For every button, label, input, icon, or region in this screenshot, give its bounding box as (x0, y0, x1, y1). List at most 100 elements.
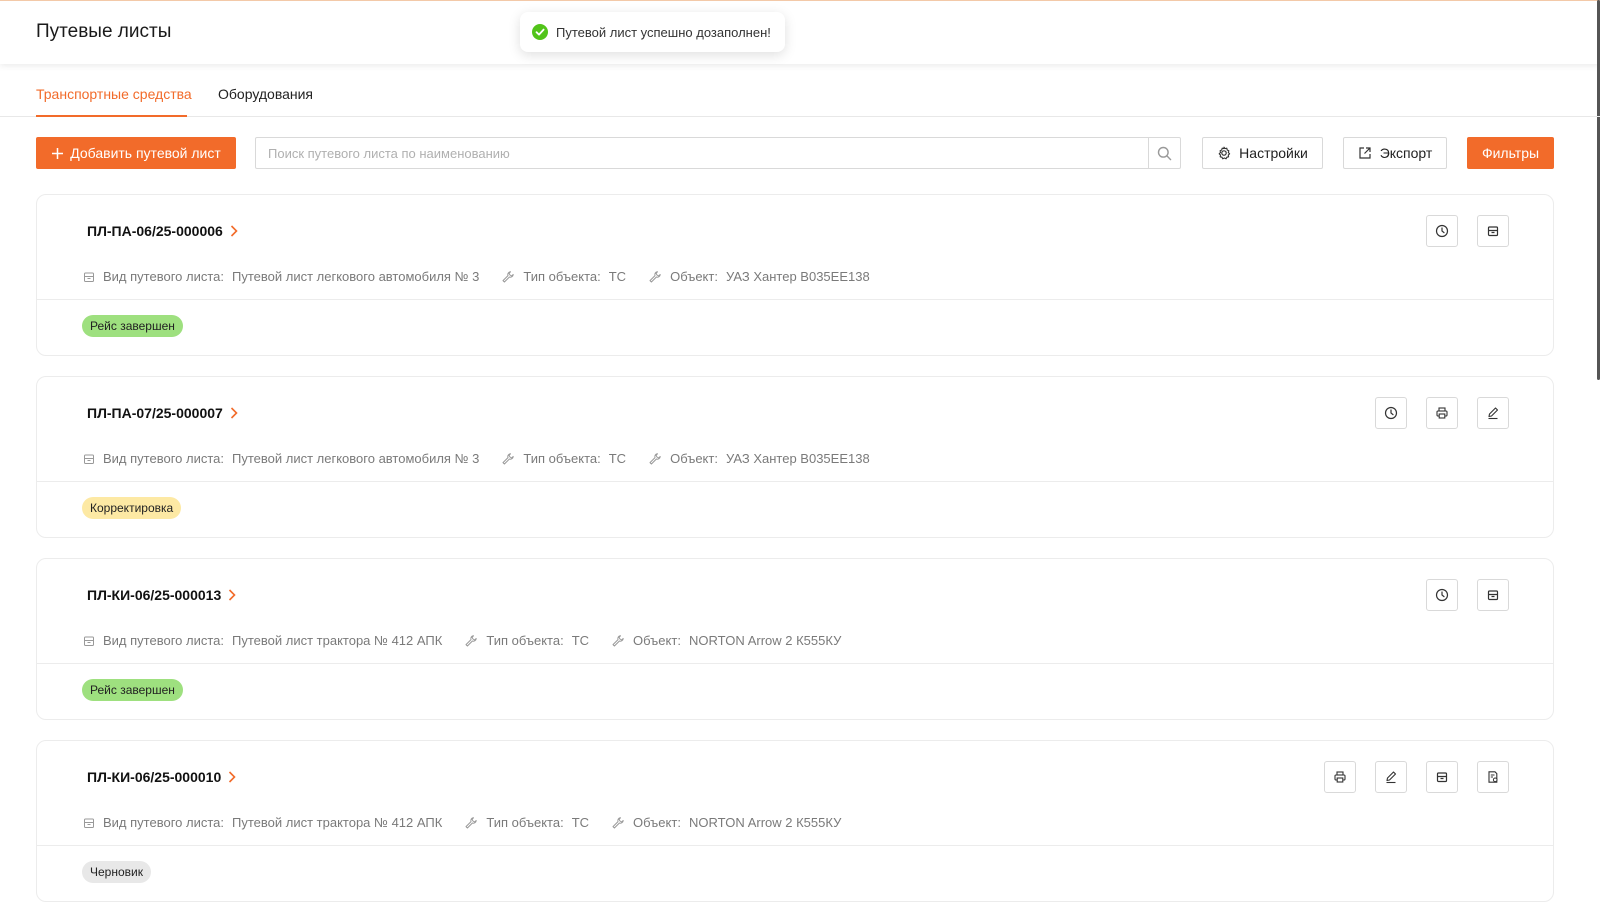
object-type-value: ТС (608, 269, 627, 284)
wrench-icon (612, 816, 624, 828)
object-label: Объект: (633, 633, 681, 648)
tabs-bar: Транспортные средства Оборудования (0, 64, 1600, 117)
archive-button[interactable] (1477, 215, 1509, 247)
object-value: NORTON Arrow 2 К555КУ (688, 633, 842, 648)
toast-message: Путевой лист успешно дозаполнен! (556, 24, 771, 40)
object-type-label: Тип объекта: (486, 815, 564, 830)
waybill-number-link[interactable]: ПЛ-ПА-06/25-000006 (87, 223, 239, 239)
chevron-right-icon (230, 225, 238, 237)
archive-button[interactable] (1426, 761, 1458, 793)
sheet-type-value: Путевой лист легкового автомобиля № 3 (232, 269, 480, 284)
toolbar: Добавить путевой лист Настройки Экспорт … (0, 137, 1600, 169)
clock-icon (1435, 588, 1449, 602)
sheet-type-label: Вид путевого листа: (103, 269, 224, 284)
export-label: Экспорт (1379, 145, 1433, 161)
sheet-type-value: Путевой лист трактора № 412 АПК (232, 815, 443, 830)
object-type-value: ТС (608, 451, 627, 466)
waybill-number: ПЛ-КИ-06/25-000010 (87, 769, 222, 785)
wrench-icon (502, 270, 515, 282)
printer-icon (1334, 771, 1346, 783)
clock-icon (1435, 224, 1449, 238)
search-button[interactable] (1148, 138, 1180, 168)
chevron-right-icon (230, 407, 238, 419)
waybill-card: ПЛ-ПА-07/25-000007 Вид путевого листа: Пу… (36, 376, 1554, 538)
top-bar: Путевые листы (0, 0, 1600, 64)
object-value: NORTON Arrow 2 К555КУ (688, 815, 842, 830)
history-button[interactable] (1375, 397, 1407, 429)
object-type-value: ТС (571, 633, 590, 648)
card-divider (37, 845, 1553, 846)
filters-button[interactable]: Фильтры (1467, 137, 1554, 169)
export-button[interactable]: Экспорт (1343, 137, 1447, 169)
object-label: Объект: (670, 269, 718, 284)
wrench-icon (465, 816, 478, 828)
sheet-type-value: Путевой лист легкового автомобиля № 3 (232, 451, 480, 466)
history-button[interactable] (1426, 579, 1458, 611)
object-value: УАЗ Хантер В035ЕЕ138 (725, 269, 870, 284)
waybill-number: ПЛ-ПА-06/25-000006 (87, 223, 223, 239)
document-icon (84, 454, 94, 464)
document-settings-button[interactable] (1477, 761, 1509, 793)
waybill-number: ПЛ-ПА-07/25-000007 (87, 405, 223, 421)
printer-icon (1436, 407, 1448, 419)
status-badge: Черновик (82, 861, 151, 883)
plus-icon (52, 147, 64, 159)
sheet-type-label: Вид путевого листа: (103, 633, 224, 648)
filters-label: Фильтры (1481, 145, 1540, 161)
object-label: Объект: (633, 815, 681, 830)
object-label: Объект: (670, 451, 718, 466)
edit-button[interactable] (1375, 761, 1407, 793)
tab-vehicles[interactable]: Транспортные средства (36, 86, 192, 102)
waybill-card: ПЛ-ПА-06/25-000006 Вид путевого листа: Пу… (36, 194, 1554, 356)
document-icon (84, 636, 94, 646)
export-icon (1359, 147, 1371, 159)
settings-label: Настройки (1239, 145, 1308, 161)
archive-icon (1487, 226, 1499, 237)
object-type-label: Тип объекта: (523, 451, 601, 466)
status-badge: Рейс завершен (82, 679, 183, 701)
card-divider (37, 481, 1553, 482)
waybill-meta: Вид путевого листа: Путевой лист трактора… (83, 633, 863, 648)
success-toast: Путевой лист успешно дозаполнен! (520, 12, 785, 52)
archive-icon (1436, 772, 1448, 783)
waybill-number-link[interactable]: ПЛ-ПА-07/25-000007 (87, 405, 239, 421)
status-badge: Рейс завершен (82, 315, 183, 337)
document-icon (84, 818, 94, 828)
wrench-icon (649, 270, 661, 282)
wrench-icon (649, 452, 661, 464)
clock-icon (1384, 406, 1398, 420)
search-input[interactable] (256, 138, 1148, 168)
tab-equipment[interactable]: Оборудования (218, 86, 313, 102)
chevron-right-icon (229, 589, 236, 601)
waybill-meta: Вид путевого листа: Путевой лист трактора… (83, 815, 863, 830)
print-button[interactable] (1324, 761, 1356, 793)
settings-button[interactable]: Настройки (1202, 137, 1323, 169)
add-waybill-button[interactable]: Добавить путевой лист (36, 137, 236, 169)
archive-button[interactable] (1477, 579, 1509, 611)
gear-icon (1218, 146, 1231, 160)
edit-icon (1487, 407, 1499, 420)
archive-icon (1487, 590, 1499, 601)
waybill-card: ПЛ-КИ-06/25-000010 Вид путевого листа: Пу… (36, 740, 1554, 902)
object-value: УАЗ Хантер В035ЕЕ138 (725, 451, 870, 466)
chevron-right-icon (229, 771, 236, 783)
sheet-type-label: Вид путевого листа: (103, 451, 224, 466)
history-button[interactable] (1426, 215, 1458, 247)
waybill-number-link[interactable]: ПЛ-КИ-06/25-000010 (87, 769, 237, 785)
sheet-type-label: Вид путевого листа: (103, 815, 224, 830)
wrench-icon (502, 452, 515, 464)
sheet-type-value: Путевой лист трактора № 412 АПК (232, 633, 443, 648)
object-type-label: Тип объекта: (486, 633, 564, 648)
waybill-meta: Вид путевого листа: Путевой лист легковог… (83, 451, 892, 466)
waybill-card: ПЛ-КИ-06/25-000013 Вид путевого листа: Пу… (36, 558, 1554, 720)
waybill-number-link[interactable]: ПЛ-КИ-06/25-000013 (87, 587, 237, 603)
object-type-value: ТС (571, 815, 590, 830)
edit-button[interactable] (1477, 397, 1509, 429)
waybill-meta: Вид путевого листа: Путевой лист легковог… (83, 269, 892, 284)
active-tab-indicator (36, 115, 187, 117)
search-box (255, 137, 1181, 169)
document-settings-icon (1488, 771, 1498, 783)
card-divider (37, 299, 1553, 300)
waybill-number: ПЛ-КИ-06/25-000013 (87, 587, 222, 603)
print-button[interactable] (1426, 397, 1458, 429)
